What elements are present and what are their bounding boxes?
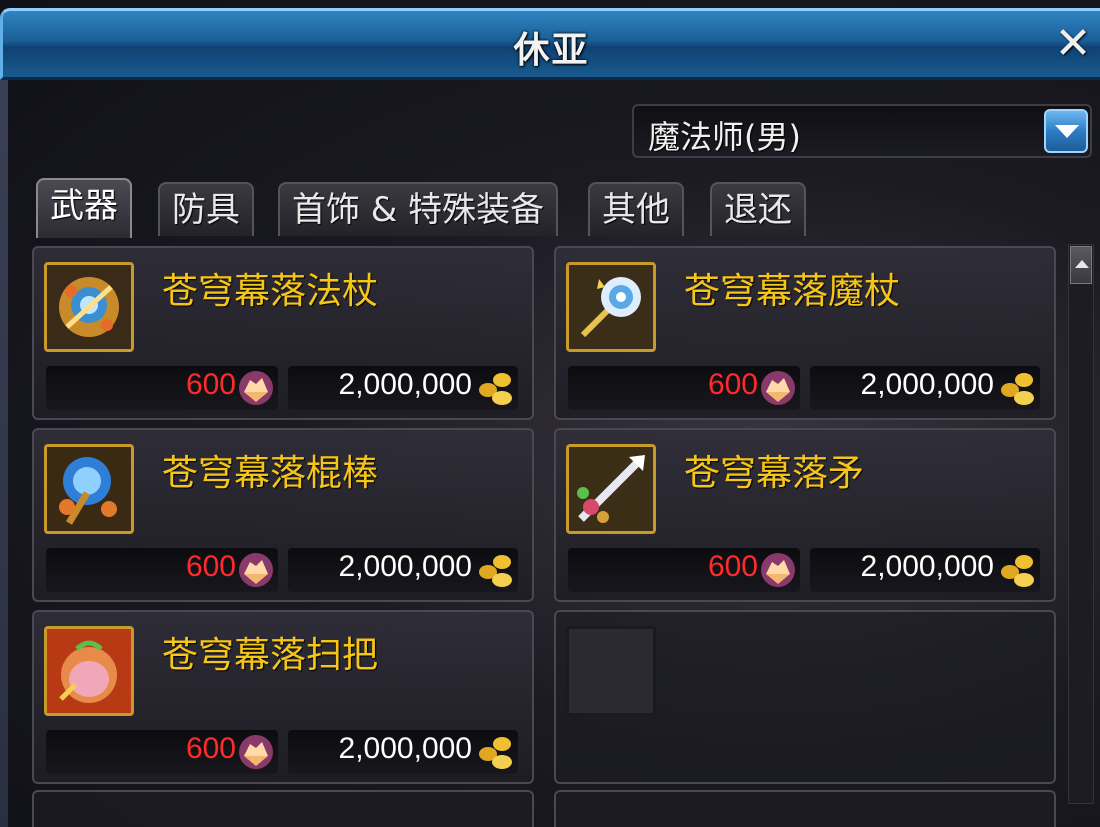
window-title: 休亚 xyxy=(513,30,590,71)
gem-price: 600 xyxy=(185,732,236,765)
gem-icon xyxy=(239,371,273,405)
gem-price: 600 xyxy=(185,368,236,401)
chevron-down-icon[interactable] xyxy=(1044,109,1088,153)
gold-price-field: 2,000,000 xyxy=(288,730,518,774)
gem-price-field: 600 xyxy=(46,366,278,410)
close-button[interactable]: ✕ xyxy=(1050,21,1096,67)
gem-price-field: 600 xyxy=(568,366,800,410)
item-card-partial xyxy=(32,790,534,827)
item-name: 苍穹幕落矛 xyxy=(684,453,865,494)
item-card[interactable]: 苍穹幕落法杖 600 2,000,000 xyxy=(32,246,534,420)
gold-price-field: 2,000,000 xyxy=(288,548,518,592)
gem-icon xyxy=(761,371,795,405)
gem-price-field: 600 xyxy=(46,548,278,592)
gold-price: 2,000,000 xyxy=(338,550,472,583)
class-dropdown[interactable]: 魔法师(男) xyxy=(632,104,1092,158)
rod-icon[interactable] xyxy=(44,444,134,534)
tab-accessories[interactable]: 首饰 & 特殊装备 xyxy=(278,182,559,236)
gold-icon xyxy=(1001,373,1034,405)
item-card[interactable]: 苍穹幕落魔杖 600 2,000,000 xyxy=(554,246,1056,420)
item-name: 苍穹幕落魔杖 xyxy=(684,271,901,312)
tab-weapons[interactable]: 武器 xyxy=(36,178,132,238)
gem-price: 600 xyxy=(707,368,758,401)
tab-armor[interactable]: 防具 xyxy=(158,182,254,236)
gem-price: 600 xyxy=(185,550,236,583)
tab-other[interactable]: 其他 xyxy=(588,182,684,236)
gem-icon xyxy=(761,553,795,587)
class-dropdown-value: 魔法师(男) xyxy=(648,118,801,156)
empty-icon-slot xyxy=(566,626,656,716)
gem-price-field: 600 xyxy=(568,548,800,592)
tab-refund[interactable]: 退还 xyxy=(710,182,806,236)
gold-price: 2,000,000 xyxy=(338,368,472,401)
item-grid: 苍穹幕落法杖 600 2,000,000 苍穹幕落魔杖 600 2,000,00… xyxy=(32,246,1062,827)
staff-icon[interactable] xyxy=(44,262,134,352)
item-card[interactable]: 苍穹幕落扫把 600 2,000,000 xyxy=(32,610,534,784)
empty-item-slot xyxy=(554,610,1056,784)
item-name: 苍穹幕落扫把 xyxy=(162,635,379,676)
gold-price: 2,000,000 xyxy=(338,732,472,765)
gold-price: 2,000,000 xyxy=(860,368,994,401)
gold-price-field: 2,000,000 xyxy=(810,366,1040,410)
broom-icon[interactable] xyxy=(44,626,134,716)
gold-icon xyxy=(1001,555,1034,587)
gold-price: 2,000,000 xyxy=(860,550,994,583)
item-name: 苍穹幕落棍棒 xyxy=(162,453,379,494)
shop-window: 休亚 ✕ 魔法师(男) 武器 防具 首饰 & 特殊装备 其他 退还 苍穹幕落法杖… xyxy=(0,0,1100,827)
gold-price-field: 2,000,000 xyxy=(810,548,1040,592)
gem-price-field: 600 xyxy=(46,730,278,774)
wand-icon[interactable] xyxy=(566,262,656,352)
spear-icon[interactable] xyxy=(566,444,656,534)
gold-icon xyxy=(479,555,512,587)
item-name: 苍穹幕落法杖 xyxy=(162,271,379,312)
item-card-partial xyxy=(554,790,1056,827)
gem-price: 600 xyxy=(707,550,758,583)
item-card[interactable]: 苍穹幕落棍棒 600 2,000,000 xyxy=(32,428,534,602)
title-bar[interactable]: 休亚 ✕ xyxy=(0,8,1100,80)
gold-icon xyxy=(479,373,512,405)
gem-icon xyxy=(239,735,273,769)
gold-price-field: 2,000,000 xyxy=(288,366,518,410)
gold-icon xyxy=(479,737,512,769)
gem-icon xyxy=(239,553,273,587)
item-card[interactable]: 苍穹幕落矛 600 2,000,000 xyxy=(554,428,1056,602)
scroll-up-button[interactable] xyxy=(1070,246,1092,284)
scrollbar[interactable] xyxy=(1068,244,1094,804)
